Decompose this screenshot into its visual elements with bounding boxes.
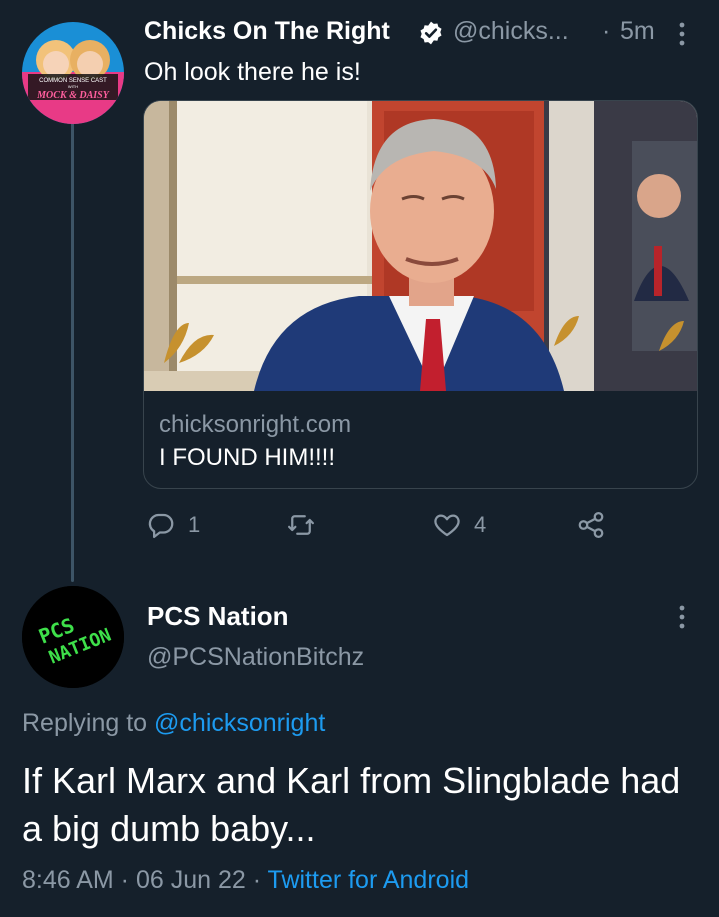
retweet-icon [288, 515, 314, 535]
retweet-button[interactable] [286, 508, 328, 542]
handle[interactable]: @chicks... [453, 17, 569, 46]
link-card[interactable]: chicksonright.com I FOUND HIM!!!! [143, 100, 698, 489]
display-name[interactable]: Chicks On The Right [144, 17, 390, 46]
share-button[interactable] [576, 508, 606, 542]
avatar-text-bottom: MOCK & DAISY [36, 90, 110, 101]
avatar-image: PCS NATION [22, 586, 124, 688]
avatar-pcs-nation[interactable]: PCS NATION [22, 586, 124, 688]
like-count: 4 [474, 512, 487, 537]
reply-icon [148, 513, 174, 538]
verified-badge-icon [420, 21, 442, 45]
separator-dot: · [245, 866, 268, 894]
replying-prefix: Replying to [22, 709, 155, 737]
like-button[interactable]: 4 [432, 508, 486, 542]
display-name[interactable]: PCS Nation [147, 601, 289, 632]
tweet-text: If Karl Marx and Karl from Slingblade ha… [22, 760, 681, 849]
separator-dot: · [113, 866, 136, 894]
link-card-domain: chicksonright.com [159, 411, 352, 438]
link-card-image [144, 101, 697, 391]
replying-mention-link[interactable]: @chicksonright [154, 709, 325, 737]
separator-dot: · [602, 17, 611, 45]
tweet-source-link[interactable]: Twitter for Android [268, 866, 469, 894]
avatar-chicks-on-the-right[interactable]: COMMON SENSE CAST WITH MOCK & DAISY [22, 22, 124, 124]
tweet-time[interactable]: 8:46 AM [22, 866, 114, 894]
reply-count: 1 [188, 512, 201, 537]
handle[interactable]: @PCSNationBitchz [147, 643, 364, 672]
tweet-text: Oh look there he is! [144, 58, 361, 86]
reply-button[interactable]: 1 [146, 508, 200, 542]
more-vertical-icon[interactable] [672, 20, 692, 48]
thread-connector-line [71, 122, 74, 582]
tweet-time[interactable]: 5m [620, 17, 655, 46]
avatar-text-with: WITH [68, 84, 78, 89]
heart-icon [434, 514, 460, 537]
more-vertical-icon[interactable] [672, 603, 692, 631]
avatar-image: COMMON SENSE CAST WITH MOCK & DAISY [22, 22, 124, 124]
share-icon [578, 512, 604, 538]
link-card-title: I FOUND HIM!!!! [159, 444, 335, 471]
tweet-metadata: 8:46 AM · 06 Jun 22 · Twitter for Androi… [22, 866, 469, 895]
replying-to: Replying to @chicksonright [22, 709, 325, 738]
tweet-date[interactable]: 06 Jun 22 [136, 866, 246, 894]
